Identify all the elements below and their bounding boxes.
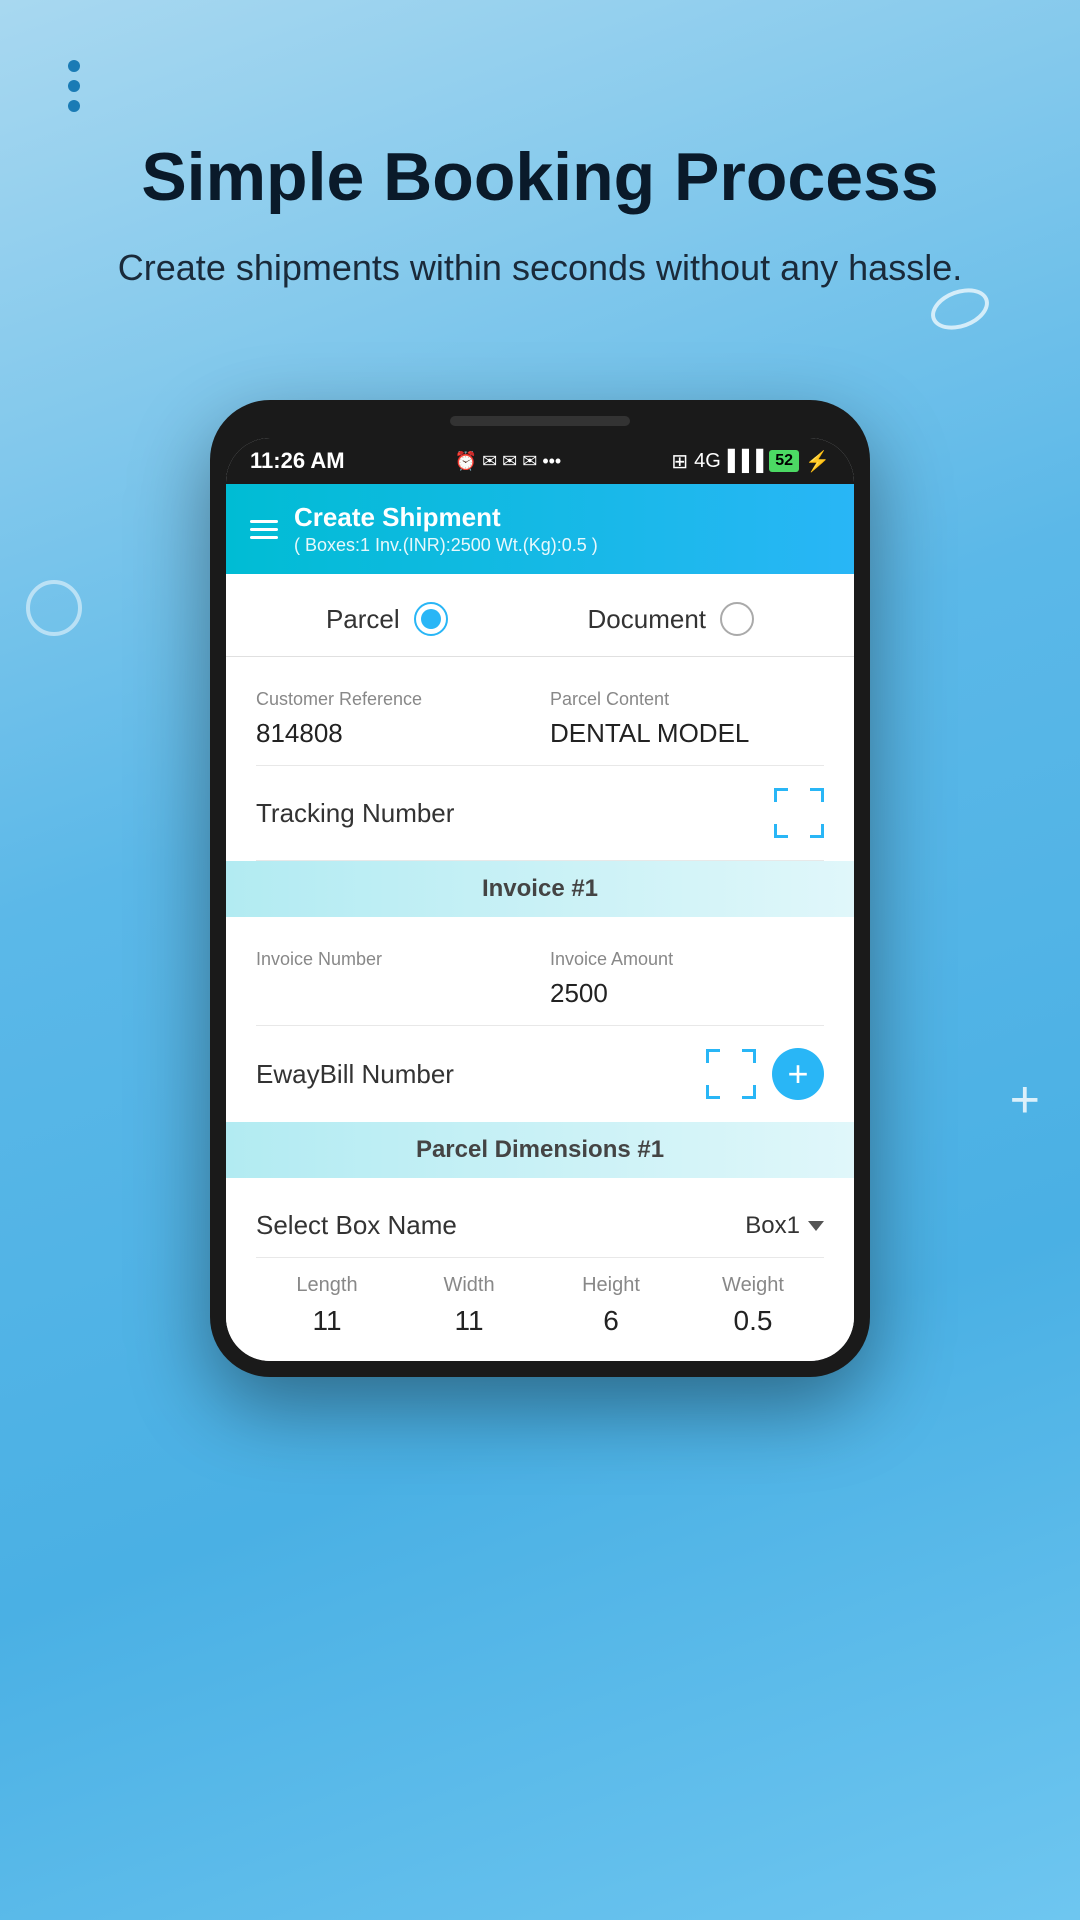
form-section: Customer Reference 814808 Parcel Content… [226, 657, 854, 861]
invoice-section-header: Invoice #1 [226, 861, 854, 917]
height-label: Height [540, 1274, 682, 1297]
customer-reference-label: Customer Reference [256, 689, 530, 710]
ewaybill-actions: + [706, 1048, 824, 1100]
select-box-row: Select Box Name Box1 [256, 1194, 824, 1258]
width-value: 11 [398, 1305, 540, 1337]
plus-decoration: + [1010, 1070, 1040, 1130]
wifi-icon: ⊞ [671, 449, 688, 474]
invoice-amount-field[interactable]: Invoice Amount 2500 [550, 949, 824, 1009]
three-dots-decoration [68, 60, 80, 112]
reference-content-row: Customer Reference 814808 Parcel Content… [256, 673, 824, 766]
phone-speaker [450, 416, 630, 426]
box-name-text: Box1 [745, 1212, 800, 1240]
tracking-number-label: Tracking Number [256, 798, 454, 829]
document-option[interactable]: Document [588, 602, 755, 636]
document-radio[interactable] [720, 602, 754, 636]
tracking-scan-icon[interactable] [774, 788, 824, 838]
hero-subtitle: Create shipments within seconds without … [0, 243, 1080, 293]
phone-screen: 11:26 AM ⏰ ✉ ✉ ✉ ••• ⊞ 4G▐▐▐ 52 ⚡ Create… [226, 438, 854, 1361]
width-col: Width 11 [398, 1274, 540, 1337]
add-ewaybill-button[interactable]: + [772, 1048, 824, 1100]
invoice-number-label: Invoice Number [256, 949, 530, 970]
battery-indicator: 52 [769, 450, 799, 472]
weight-value: 0.5 [682, 1305, 824, 1337]
invoice-details-row: Invoice Number Invoice Amount 2500 [256, 933, 824, 1026]
length-col: Length 11 [256, 1274, 398, 1337]
header-title: Create Shipment [294, 502, 598, 533]
weight-label: Weight [682, 1274, 824, 1297]
signal-icon: 4G▐▐▐ [694, 450, 763, 473]
invoice-amount-value: 2500 [550, 978, 824, 1009]
tracking-number-row: Tracking Number [256, 766, 824, 861]
parcel-radio[interactable] [414, 602, 448, 636]
ewaybill-label: EwayBill Number [256, 1059, 454, 1090]
status-icons: ⏰ ✉ ✉ ✉ ••• [455, 451, 562, 472]
header-text: Create Shipment ( Boxes:1 Inv.(INR):2500… [294, 502, 598, 556]
parcel-option[interactable]: Parcel [326, 602, 448, 636]
bolt-icon: ⚡ [805, 449, 830, 474]
status-time: 11:26 AM [250, 448, 345, 474]
dimensions-section: Select Box Name Box1 Length 11 Width 11 [226, 1178, 854, 1361]
app-header: Create Shipment ( Boxes:1 Inv.(INR):2500… [226, 484, 854, 574]
hamburger-menu[interactable] [250, 520, 278, 539]
dimensions-values-row: Length 11 Width 11 Height 6 Weight 0.5 [256, 1258, 824, 1345]
circle-decoration [26, 580, 82, 636]
height-value: 6 [540, 1305, 682, 1337]
parcel-content-label: Parcel Content [550, 689, 824, 710]
document-label: Document [588, 604, 707, 635]
parcel-label: Parcel [326, 604, 400, 635]
hero-section: Simple Booking Process Create shipments … [0, 0, 1080, 333]
status-bar: 11:26 AM ⏰ ✉ ✉ ✉ ••• ⊞ 4G▐▐▐ 52 ⚡ [226, 438, 854, 484]
chevron-down-icon [808, 1221, 824, 1231]
length-value: 11 [256, 1305, 398, 1337]
invoice-amount-label: Invoice Amount [550, 949, 824, 970]
invoice-section: Invoice Number Invoice Amount 2500 EwayB… [226, 917, 854, 1122]
customer-reference-field[interactable]: Customer Reference 814808 [256, 689, 530, 749]
dimensions-section-header: Parcel Dimensions #1 [226, 1122, 854, 1178]
parcel-content-value: DENTAL MODEL [550, 718, 824, 749]
invoice-number-field[interactable]: Invoice Number [256, 949, 530, 1009]
select-box-value[interactable]: Box1 [745, 1212, 824, 1240]
phone-mockup: 11:26 AM ⏰ ✉ ✉ ✉ ••• ⊞ 4G▐▐▐ 52 ⚡ Create… [210, 400, 870, 1377]
weight-col: Weight 0.5 [682, 1274, 824, 1337]
length-label: Length [256, 1274, 398, 1297]
ewaybill-row: EwayBill Number + [256, 1026, 824, 1122]
height-col: Height 6 [540, 1274, 682, 1337]
width-label: Width [398, 1274, 540, 1297]
shipment-type-section: Parcel Document [226, 574, 854, 657]
header-subtitle: ( Boxes:1 Inv.(INR):2500 Wt.(Kg):0.5 ) [294, 535, 598, 556]
parcel-radio-fill [421, 609, 441, 629]
status-right: ⊞ 4G▐▐▐ 52 ⚡ [671, 449, 830, 474]
customer-reference-value: 814808 [256, 718, 530, 749]
select-box-label: Select Box Name [256, 1210, 457, 1241]
phone-frame: 11:26 AM ⏰ ✉ ✉ ✉ ••• ⊞ 4G▐▐▐ 52 ⚡ Create… [210, 400, 870, 1377]
hero-title: Simple Booking Process [0, 140, 1080, 215]
ewaybill-scan-icon[interactable] [706, 1049, 756, 1099]
parcel-content-field[interactable]: Parcel Content DENTAL MODEL [550, 689, 824, 749]
